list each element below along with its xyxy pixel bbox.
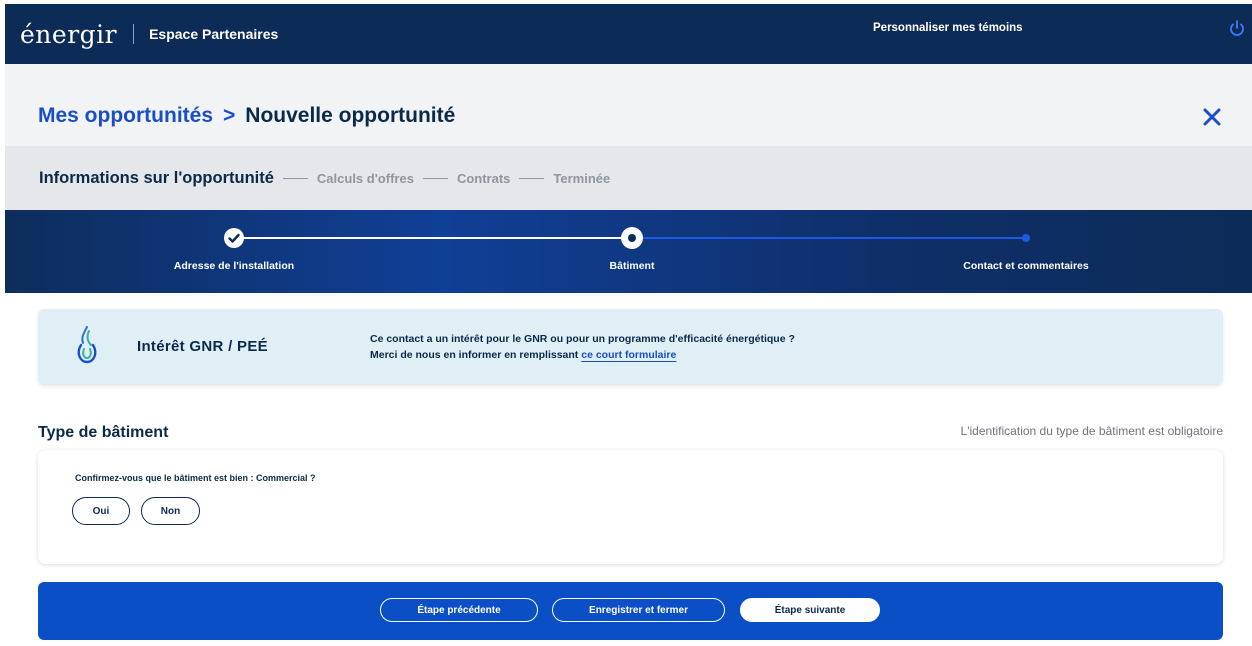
building-type-title: Type de bâtiment [38, 424, 169, 441]
check-icon [228, 233, 240, 243]
breadcrumb: Mes opportunités > Nouvelle opportunité [38, 104, 455, 128]
gnr-interest-line2: Merci de nous en informer en remplissant… [370, 347, 795, 363]
gnr-interest-text: Ce contact a un intérêt pour le GNR ou p… [370, 331, 795, 363]
step-information: Informations sur l'opportunité [39, 169, 274, 187]
progress-label-contact: Contact et commentaires [963, 260, 1089, 272]
gnr-interest-title: Intérêt GNR / PEÉ [137, 338, 268, 355]
progress-stepper: Adresse de l'installation Bâtiment Conta… [5, 210, 1252, 293]
step-offer-calculations: Calculs d'offres [316, 171, 414, 186]
previous-step-button[interactable]: Étape précédente [380, 598, 538, 622]
progress-node-current [621, 227, 643, 249]
progress-line-done [234, 237, 632, 239]
step-divider [422, 178, 448, 179]
short-form-link[interactable]: ce court formulaire [581, 349, 676, 361]
breadcrumb-separator: > [223, 104, 236, 127]
header-divider [133, 24, 135, 44]
power-icon[interactable] [1228, 19, 1246, 39]
step-divider [282, 178, 308, 179]
breadcrumb-opportunities-link[interactable]: Mes opportunités [38, 104, 213, 128]
progress-node-next [1022, 234, 1030, 242]
energy-drop-icon [77, 326, 97, 364]
energir-logo[interactable]: énergir [20, 20, 117, 49]
action-bar: Étape précédente Enregistrer et fermer É… [38, 582, 1223, 640]
save-and-close-button[interactable]: Enregistrer et fermer [552, 598, 725, 622]
top-bar: énergir Espace Partenaires [5, 4, 1252, 64]
customize-cookies-link[interactable]: Personnaliser mes témoins [873, 22, 1023, 34]
progress-line-pending [632, 237, 1027, 239]
step-completed: Terminée [553, 171, 611, 186]
progress-label-building: Bâtiment [609, 260, 655, 272]
step-contracts: Contrats [456, 171, 511, 186]
gnr-interest-line2-text: Merci de nous en informer en remplissant [370, 349, 579, 361]
close-icon[interactable] [1201, 106, 1223, 128]
no-button[interactable]: Non [141, 497, 200, 525]
gnr-interest-line1: Ce contact a un intérêt pour le GNR ou p… [370, 333, 795, 345]
space-title: Espace Partenaires [149, 26, 279, 42]
progress-node-done[interactable] [224, 228, 244, 248]
step-navigation: Informations sur l'opportunité Calculs d… [39, 169, 610, 188]
gnr-interest-card: Intérêt GNR / PEÉ Ce contact a un intérê… [38, 309, 1223, 385]
building-confirm-question: Confirmez-vous que le bâtiment est bien … [75, 473, 316, 483]
progress-label-address: Adresse de l'installation [173, 260, 295, 272]
building-type-required-note: L'identification du type de bâtiment est… [960, 424, 1223, 438]
breadcrumb-current: Nouvelle opportunité [245, 104, 456, 127]
yes-button[interactable]: Oui [72, 497, 130, 525]
step-divider [519, 178, 545, 179]
next-step-button[interactable]: Étape suivante [740, 598, 880, 622]
building-type-card: Confirmez-vous que le bâtiment est bien … [38, 450, 1223, 564]
